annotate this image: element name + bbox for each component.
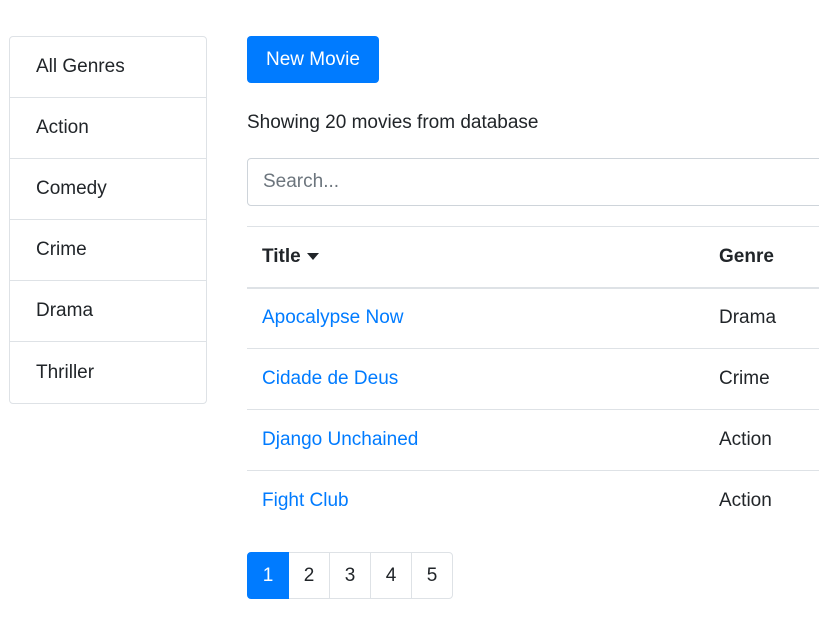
table-row: Cidade de Deus Crime: [247, 348, 819, 410]
movie-title-link[interactable]: Django Unchained: [262, 429, 418, 450]
movie-title-link[interactable]: Cidade de Deus: [262, 368, 398, 389]
movie-genre-cell: Crime: [704, 348, 819, 410]
page-link-1[interactable]: 1: [247, 552, 289, 599]
movie-title-cell: Django Unchained: [247, 409, 704, 471]
title-column-header[interactable]: Title: [247, 226, 704, 289]
genre-item-crime[interactable]: Crime: [10, 220, 206, 281]
movies-table: Title Genre Apocalypse Now Drama Cidade …: [247, 226, 819, 532]
genre-column-label: Genre: [719, 245, 774, 267]
page-link-2[interactable]: 2: [288, 552, 330, 599]
new-movie-button[interactable]: New Movie: [247, 36, 379, 83]
page-link-3[interactable]: 3: [329, 552, 371, 599]
table-row: Django Unchained Action: [247, 409, 819, 471]
search-input[interactable]: [247, 158, 819, 206]
table-row: Apocalypse Now Drama: [247, 287, 819, 349]
movie-title-cell: Cidade de Deus: [247, 348, 704, 410]
genre-item-comedy[interactable]: Comedy: [10, 159, 206, 220]
movie-genre-cell: Action: [704, 409, 819, 471]
genre-item-action[interactable]: Action: [10, 98, 206, 159]
movie-title-cell: Fight Club: [247, 470, 704, 532]
page-link-5[interactable]: 5: [411, 552, 453, 599]
movie-count-summary: Showing 20 movies from database: [247, 112, 539, 133]
movie-genre-cell: Drama: [704, 287, 819, 349]
title-column-label: Title: [262, 245, 301, 267]
genre-column-header[interactable]: Genre: [704, 226, 819, 289]
movie-title-link[interactable]: Apocalypse Now: [262, 307, 404, 328]
movie-title-cell: Apocalypse Now: [247, 287, 704, 349]
genre-item-thriller[interactable]: Thriller: [10, 342, 206, 403]
genre-list: All Genres Action Comedy Crime Drama Thr…: [9, 36, 207, 404]
pagination: 1 2 3 4 5: [247, 552, 453, 599]
sort-desc-icon: [306, 253, 319, 261]
movie-genre-cell: Action: [704, 470, 819, 532]
genre-item-all-genres[interactable]: All Genres: [10, 37, 206, 98]
page: All Genres Action Comedy Crime Drama Thr…: [0, 0, 819, 623]
movie-title-link[interactable]: Fight Club: [262, 490, 349, 511]
table-header-row: Title Genre: [247, 226, 819, 289]
page-link-4[interactable]: 4: [370, 552, 412, 599]
table-row: Fight Club Action: [247, 470, 819, 532]
genre-item-drama[interactable]: Drama: [10, 281, 206, 342]
